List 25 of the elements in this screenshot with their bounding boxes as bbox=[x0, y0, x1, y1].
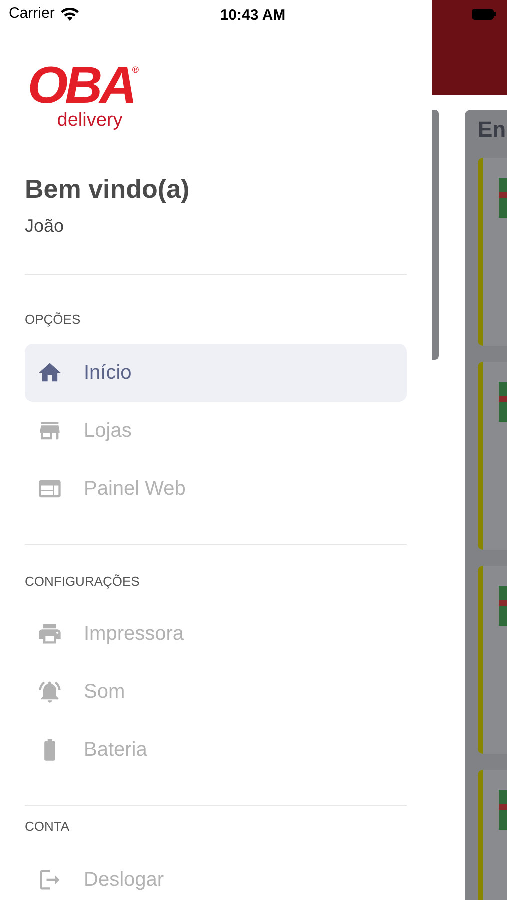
product-thumbnail bbox=[499, 586, 507, 626]
welcome-title: Bem vindo(a) bbox=[25, 173, 191, 206]
column-heading: En bbox=[478, 118, 507, 142]
menu-item[interactable]: Painel Web bbox=[25, 460, 407, 518]
menu-item[interactable]: Impressora bbox=[25, 605, 407, 664]
section-title: CONFIGURAÇÕES bbox=[25, 572, 141, 591]
registered-mark: ® bbox=[132, 64, 139, 75]
status-time: 10:43 AM bbox=[219, 6, 287, 26]
menu-item[interactable]: Deslogar bbox=[25, 850, 407, 900]
wifi-icon bbox=[60, 8, 79, 20]
menu-item[interactable]: Início bbox=[25, 344, 407, 402]
battery-status-icon bbox=[472, 9, 496, 20]
product-thumbnail bbox=[499, 790, 507, 830]
menu-item[interactable]: Bateria bbox=[25, 721, 407, 780]
logo-wordmark: OBA bbox=[28, 62, 134, 112]
product-thumbnail bbox=[499, 382, 507, 422]
section-title: OPÇÕES bbox=[25, 311, 82, 330]
menu-item[interactable]: Lojas bbox=[25, 402, 407, 460]
section-title: CONTA bbox=[25, 818, 71, 836]
carrier-label: Carrier bbox=[9, 4, 55, 24]
menu-item[interactable]: Som bbox=[25, 663, 407, 722]
bell-icon bbox=[37, 679, 63, 706]
product-thumbnail bbox=[499, 178, 507, 218]
logo-tagline: delivery bbox=[57, 111, 123, 130]
user-name: João bbox=[25, 215, 66, 238]
